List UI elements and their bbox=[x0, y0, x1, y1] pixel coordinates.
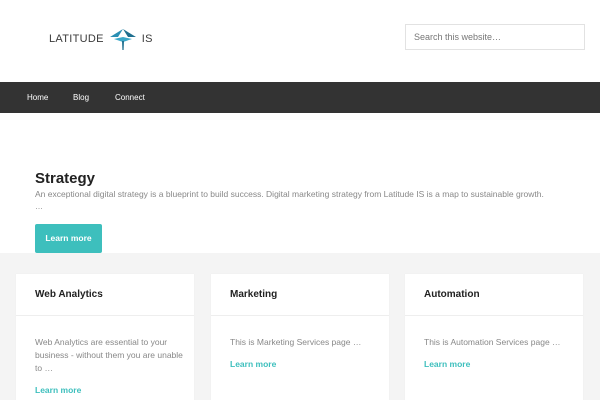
nav-item-blog[interactable]: Blog bbox=[73, 82, 89, 113]
hero-ellipsis: … bbox=[35, 202, 43, 211]
card-title[interactable]: Automation bbox=[424, 289, 583, 300]
card-header: Marketing bbox=[211, 274, 389, 316]
compass-arrow-logo-icon bbox=[109, 29, 136, 50]
service-card-web-analytics: Web Analytics Web Analytics are essentia… bbox=[16, 274, 194, 400]
site-header: LATITUDE IS bbox=[0, 0, 600, 82]
card-description: Web Analytics are essential to your busi… bbox=[35, 337, 183, 373]
main-nav: Home Blog Connect bbox=[0, 82, 600, 113]
site-logo[interactable]: LATITUDE IS bbox=[49, 26, 153, 52]
card-description: This is Automation Services page … bbox=[424, 337, 561, 347]
service-card-marketing: Marketing This is Marketing Services pag… bbox=[211, 274, 389, 400]
hero-description: An exceptional digital strategy is a blu… bbox=[35, 189, 544, 199]
logo-text-left: LATITUDE bbox=[49, 33, 104, 45]
nav-item-home[interactable]: Home bbox=[27, 82, 48, 113]
hero-title: Strategy bbox=[35, 170, 96, 187]
service-card-automation: Automation This is Automation Services p… bbox=[405, 274, 583, 400]
card-learn-more-link[interactable]: Learn more bbox=[35, 385, 81, 395]
card-title[interactable]: Marketing bbox=[230, 289, 389, 300]
card-header: Web Analytics bbox=[16, 274, 194, 316]
hero-learn-more-button[interactable]: Learn more bbox=[35, 224, 102, 253]
services-section: Web Analytics Web Analytics are essentia… bbox=[0, 253, 600, 400]
card-description: This is Marketing Services page … bbox=[230, 337, 362, 347]
card-title[interactable]: Web Analytics bbox=[35, 289, 194, 300]
card-learn-more-link[interactable]: Learn more bbox=[424, 359, 470, 369]
logo-text-right: IS bbox=[141, 33, 153, 45]
card-header: Automation bbox=[405, 274, 583, 316]
hero-section: Strategy An exceptional digital strategy… bbox=[0, 113, 600, 253]
card-learn-more-link[interactable]: Learn more bbox=[230, 359, 276, 369]
search-input[interactable] bbox=[405, 24, 585, 50]
nav-item-connect[interactable]: Connect bbox=[115, 82, 145, 113]
